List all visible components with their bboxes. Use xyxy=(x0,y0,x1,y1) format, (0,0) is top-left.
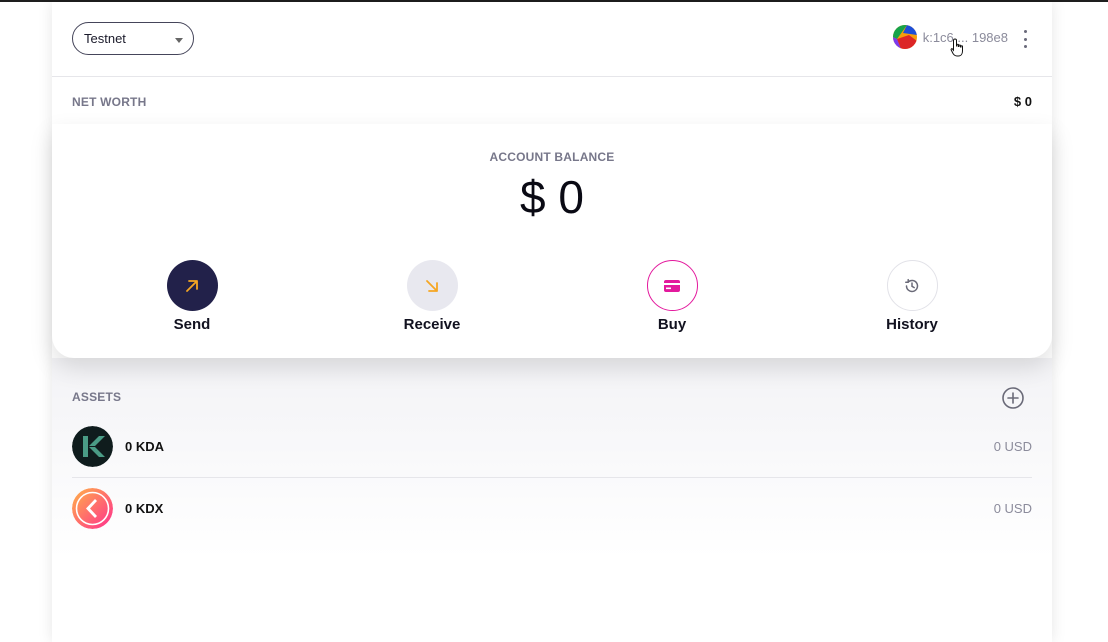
header: Testnet k:1c6 ... 198e8 xyxy=(52,2,1052,77)
add-circle-icon[interactable] xyxy=(1001,386,1025,410)
history-circle xyxy=(886,260,938,311)
net-worth-row: NET WORTH $ 0 xyxy=(52,77,1052,125)
assets-label: ASSETS xyxy=(72,390,122,404)
mouse-pointer-hand-icon xyxy=(950,38,963,57)
history-label: History xyxy=(886,316,938,333)
history-button[interactable]: History xyxy=(852,260,972,333)
wallet-panel: Testnet k:1c6 ... 198e8 NET WORTH $ 0 AC… xyxy=(52,2,1052,642)
send-circle xyxy=(166,260,218,311)
kadena-logo-icon xyxy=(72,425,113,467)
buy-circle xyxy=(646,260,698,311)
receive-circle xyxy=(406,260,458,311)
balance-card: ACCOUNT BALANCE $ 0 Send Receive Buy His… xyxy=(52,124,1052,358)
asset-row-kda[interactable]: 0 KDA 0 USD xyxy=(72,415,1032,477)
asset-usd-value: 0 USD xyxy=(993,500,1032,516)
arrow-down-right-icon xyxy=(426,279,438,292)
buy-label: Buy xyxy=(657,316,687,333)
net-worth-label: NET WORTH xyxy=(72,95,147,109)
network-select[interactable]: Testnet xyxy=(72,22,194,55)
net-worth-value: $ 0 xyxy=(1013,94,1032,109)
asset-name: 0 KDX xyxy=(125,500,164,516)
kaddex-logo-icon xyxy=(72,487,113,529)
arrow-up-right-icon xyxy=(186,279,198,292)
receive-label: Receive xyxy=(403,316,461,333)
account-balance-label: ACCOUNT BALANCE xyxy=(489,150,615,164)
send-label: Send xyxy=(173,316,211,333)
chevron-down-icon xyxy=(175,38,183,43)
asset-name: 0 KDA xyxy=(125,438,165,454)
account-avatar xyxy=(892,25,917,49)
credit-card-icon xyxy=(664,279,680,292)
history-icon xyxy=(905,278,919,292)
action-buttons: Send Receive Buy History xyxy=(52,260,1052,340)
buy-button[interactable]: Buy xyxy=(612,260,732,333)
more-vertical-icon[interactable] xyxy=(1022,30,1028,48)
receive-button[interactable]: Receive xyxy=(372,260,492,333)
network-select-value: Testnet xyxy=(84,31,126,46)
asset-usd-value: 0 USD xyxy=(993,438,1032,454)
account-balance-value: $ 0 xyxy=(520,171,584,223)
asset-row-kdx[interactable]: 0 KDX 0 USD xyxy=(72,477,1032,539)
send-button[interactable]: Send xyxy=(132,260,252,333)
